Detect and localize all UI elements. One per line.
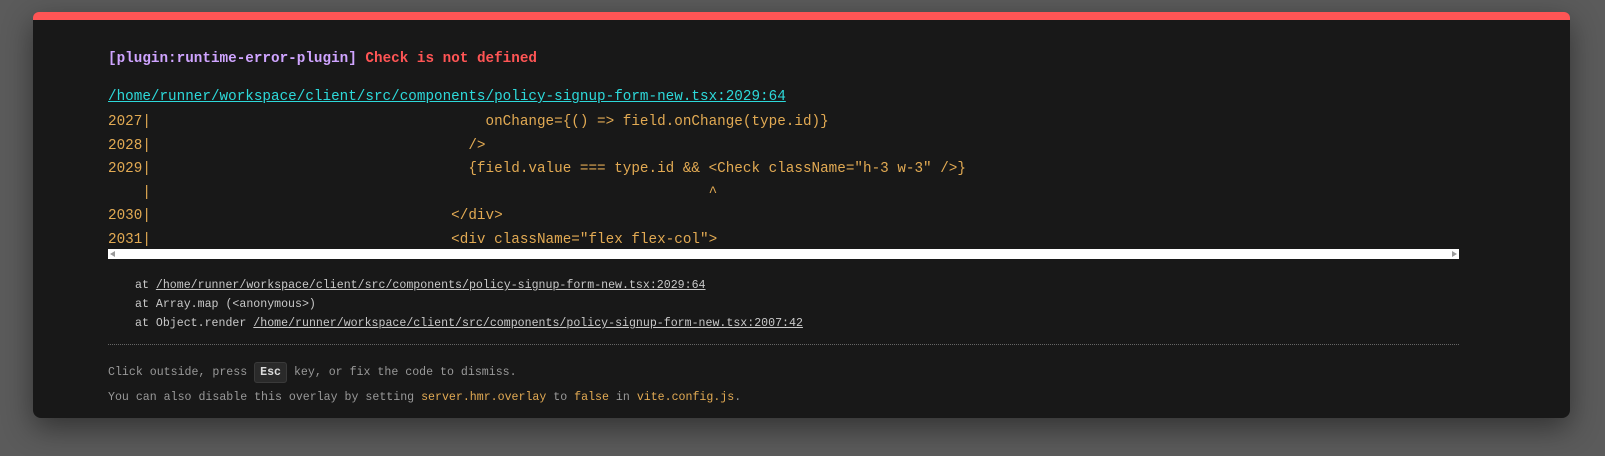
stack-trace: at /home/runner/workspace/client/src/com… bbox=[135, 276, 803, 333]
code-line: 2028| /> bbox=[108, 137, 486, 154]
divider bbox=[108, 344, 1459, 345]
code-line: 2030| </div> bbox=[108, 208, 503, 224]
stack-line: at Object.render /home/runner/workspace/… bbox=[135, 317, 803, 330]
code-line: 2027| onChange={() => field.onChange(typ… bbox=[108, 114, 829, 130]
code-horizontal-scrollbar[interactable] bbox=[108, 249, 1459, 259]
code-frame[interactable]: 2027| onChange={() => field.onChange(typ… bbox=[108, 111, 1459, 252]
scroll-right-arrow-icon[interactable] bbox=[1452, 251, 1457, 257]
error-file-link[interactable]: /home/runner/workspace/client/src/compon… bbox=[108, 89, 786, 105]
error-overlay: [plugin:runtime-error-plugin] Check is n… bbox=[33, 12, 1570, 418]
plugin-name: [plugin:runtime-error-plugin] bbox=[108, 51, 357, 67]
scroll-left-arrow-icon[interactable] bbox=[110, 251, 115, 257]
error-message: Check is not defined bbox=[365, 51, 537, 67]
error-title: [plugin:runtime-error-plugin] Check is n… bbox=[108, 51, 537, 67]
code-line: 2031| <div className="flex flex-col"> bbox=[108, 231, 718, 248]
esc-key: Esc bbox=[254, 362, 287, 383]
stack-file-link[interactable]: /home/runner/workspace/client/src/compon… bbox=[156, 279, 706, 292]
code-line: 2029| {field.value === type.id && <Check… bbox=[108, 161, 966, 177]
code-caret-line: | ^ bbox=[108, 184, 718, 201]
setting-name: server.hmr.overlay bbox=[421, 391, 547, 404]
overlay-tip: Click outside, press Esc key, or fix the… bbox=[108, 360, 741, 410]
stack-line: at Array.map (<anonymous>) bbox=[135, 298, 316, 311]
config-file: vite.config.js bbox=[636, 391, 735, 404]
stack-line: at /home/runner/workspace/client/src/com… bbox=[135, 279, 706, 292]
stack-file-link[interactable]: /home/runner/workspace/client/src/compon… bbox=[253, 317, 803, 330]
